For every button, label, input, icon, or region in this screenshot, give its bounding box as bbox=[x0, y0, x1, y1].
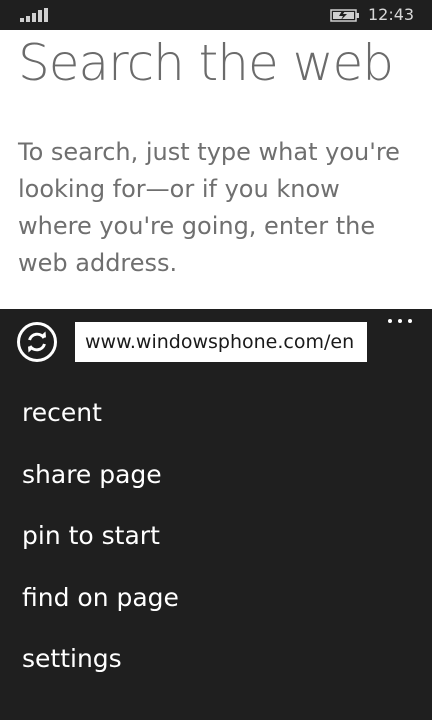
signal-strength-icon bbox=[20, 8, 48, 22]
menu-item-settings[interactable]: settings bbox=[0, 635, 432, 697]
menu-item-pin-to-start[interactable]: pin to start bbox=[0, 512, 432, 574]
menu-item-share-page[interactable]: share page bbox=[0, 451, 432, 513]
menu-item-recent[interactable]: recent bbox=[0, 389, 432, 451]
menu-item-find-on-page[interactable]: find on page bbox=[0, 574, 432, 636]
ellipsis-icon[interactable] bbox=[386, 315, 416, 329]
status-bar: 12:43 bbox=[0, 0, 432, 30]
browser-app-bar: www.windowsphone.com/en recent share pag… bbox=[0, 309, 432, 720]
search-info-panel: Search the web To search, just type what… bbox=[0, 30, 432, 309]
page-description: To search, just type what you're looking… bbox=[18, 138, 400, 277]
battery-charging-icon bbox=[330, 9, 359, 22]
status-time: 12:43 bbox=[368, 5, 415, 24]
address-bar-input[interactable]: www.windowsphone.com/en bbox=[75, 322, 367, 362]
refresh-icon[interactable] bbox=[16, 321, 58, 363]
app-bar-menu: recent share page pin to start find on p… bbox=[0, 389, 432, 697]
page-title: Search the web bbox=[18, 34, 394, 92]
